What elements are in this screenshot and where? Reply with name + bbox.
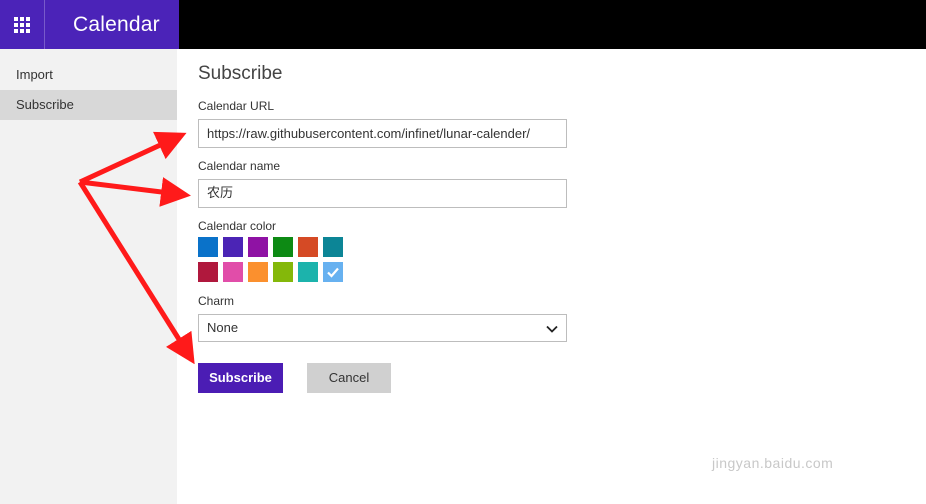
cancel-button[interactable]: Cancel bbox=[307, 363, 391, 393]
calendar-name-label: Calendar name bbox=[198, 159, 281, 173]
charm-select-value: None bbox=[207, 320, 239, 335]
sidebar: Import Subscribe bbox=[0, 49, 177, 504]
color-swatch-selected[interactable] bbox=[323, 262, 343, 282]
page-title: Subscribe bbox=[198, 63, 283, 84]
color-swatch[interactable] bbox=[248, 262, 268, 282]
color-swatch[interactable] bbox=[298, 262, 318, 282]
color-swatch[interactable] bbox=[273, 262, 293, 282]
subscribe-button[interactable]: Subscribe bbox=[198, 363, 283, 393]
calendar-name-input[interactable]: 农历 bbox=[198, 179, 567, 208]
color-swatch[interactable] bbox=[223, 262, 243, 282]
calendar-url-label: Calendar URL bbox=[198, 99, 275, 113]
color-swatch[interactable] bbox=[198, 262, 218, 282]
charm-select[interactable]: None bbox=[198, 314, 567, 342]
chevron-down-icon bbox=[546, 325, 558, 333]
color-swatch[interactable] bbox=[223, 237, 243, 257]
sidebar-item-subscribe[interactable]: Subscribe bbox=[0, 90, 177, 120]
app-bar: Calendar bbox=[0, 0, 179, 49]
calendar-color-label: Calendar color bbox=[198, 219, 277, 233]
color-swatch[interactable] bbox=[298, 237, 318, 257]
color-swatch[interactable] bbox=[198, 237, 218, 257]
color-swatch[interactable] bbox=[323, 237, 343, 257]
waffle-icon bbox=[14, 16, 30, 33]
sidebar-item-import[interactable]: Import bbox=[0, 60, 177, 90]
calendar-url-input[interactable]: https://raw.githubusercontent.com/infine… bbox=[198, 119, 567, 148]
color-swatch[interactable] bbox=[248, 237, 268, 257]
app-title: Calendar bbox=[73, 12, 160, 36]
checkmark-icon bbox=[327, 267, 339, 278]
color-swatch[interactable] bbox=[273, 237, 293, 257]
app-launcher-button[interactable] bbox=[0, 0, 45, 49]
charm-label: Charm bbox=[198, 294, 235, 308]
watermark-text: jingyan.baidu.com bbox=[712, 455, 834, 471]
